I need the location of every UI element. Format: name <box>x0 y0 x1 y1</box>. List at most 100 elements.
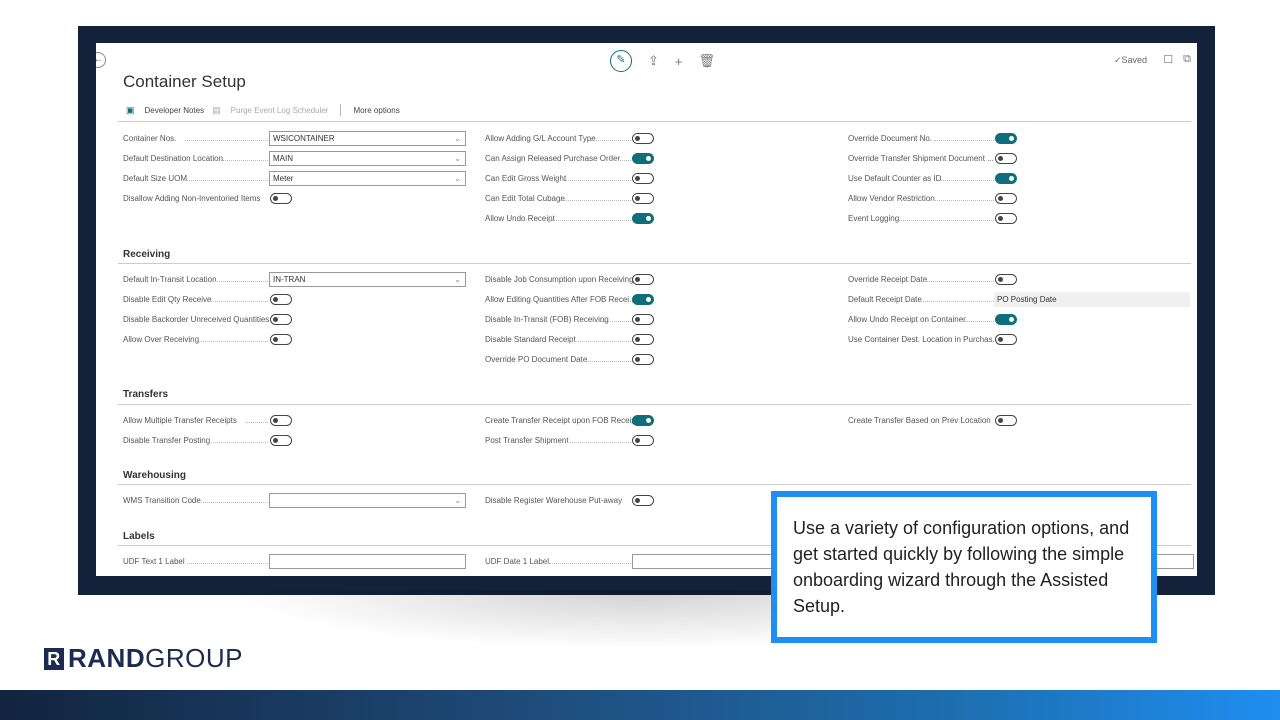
can-assign-toggle[interactable] <box>632 153 654 164</box>
container-nos-label: Container Nos. <box>123 132 268 146</box>
undo-on-container-label: Allow Undo Receipt on Container <box>848 313 994 327</box>
logo-group: GROUP <box>145 643 243 673</box>
developer-notes-action[interactable]: Developer Notes <box>145 106 205 115</box>
disable-putaway-toggle[interactable] <box>632 495 654 506</box>
based-on-prev-toggle[interactable] <box>995 415 1017 426</box>
divider <box>118 263 1191 264</box>
wms-code-label: WMS Transition Code <box>123 494 268 508</box>
use-dest-location-toggle[interactable] <box>995 334 1017 345</box>
chevron-down-icon: ⌄ <box>454 174 461 183</box>
logo-rand: RAND <box>68 643 146 673</box>
multiple-receipts-toggle[interactable] <box>270 415 292 426</box>
section-warehousing[interactable]: Warehousing <box>123 470 186 481</box>
event-logging-toggle[interactable] <box>995 213 1017 224</box>
undo-on-container-toggle[interactable] <box>995 314 1017 325</box>
callout-box: Use a variety of configuration options, … <box>771 491 1157 643</box>
can-assign-label: Can Assign Released Purchase Order <box>485 152 631 166</box>
disable-intransit-label: Disable In-Transit (FOB) Receiving <box>485 313 631 327</box>
over-receiving-label: Allow Over Receiving <box>123 333 268 347</box>
allow-gl-toggle[interactable] <box>632 133 654 144</box>
create-on-fob-label: Create Transfer Receipt upon FOB Receipt <box>485 416 638 425</box>
override-doc-toggle[interactable] <box>995 133 1017 144</box>
divider <box>118 484 1191 485</box>
disable-standard-toggle[interactable] <box>632 334 654 345</box>
allow-editing-fob-toggle[interactable] <box>632 294 654 305</box>
open-new-window-icon[interactable]: ⧉ <box>1183 53 1191 66</box>
action-separator <box>340 104 342 116</box>
default-receipt-date-field[interactable]: PO Posting Date <box>994 292 1190 307</box>
over-receiving-toggle[interactable] <box>270 334 292 345</box>
override-po-date-label: Override PO Document Date <box>485 353 631 367</box>
override-transfer-label: Override Transfer Shipment Document ... <box>848 154 994 163</box>
callout-text: Use a variety of configuration options, … <box>793 518 1130 616</box>
page-title: Container Setup <box>123 72 246 91</box>
vendor-restriction-toggle[interactable] <box>995 193 1017 204</box>
action-bar: ▣ Developer Notes ▤ Purge Event Log Sche… <box>126 104 400 116</box>
intransit-location-field[interactable]: IN-TRAN ⌄ <box>269 272 466 287</box>
create-on-fob-toggle[interactable] <box>632 415 654 426</box>
disallow-noninv-toggle[interactable] <box>270 193 292 204</box>
edit-cubage-toggle[interactable] <box>632 193 654 204</box>
disable-standard-label: Disable Standard Receipt <box>485 333 631 347</box>
disable-transfer-posting-toggle[interactable] <box>270 435 292 446</box>
vendor-restriction-label: Allow Vendor Restriction <box>848 192 994 206</box>
section-transfers[interactable]: Transfers <box>123 389 168 400</box>
override-doc-label: Override Document No. <box>848 132 994 146</box>
slide: ← ✎ ⇪ + 🗑 ✓Saved ☐ ⧉ Container Setup ▣ D… <box>0 0 1280 720</box>
section-receiving[interactable]: Receiving <box>123 249 170 260</box>
disable-transfer-posting-label: Disable Transfer Posting <box>123 434 268 448</box>
default-counter-label: Use Default Counter as ID <box>848 172 994 186</box>
override-po-date-toggle[interactable] <box>632 354 654 365</box>
wms-code-field[interactable]: ⌄ <box>269 493 466 508</box>
container-nos-field[interactable]: WSICONTAINER ⌄ <box>269 131 466 146</box>
chevron-down-icon: ⌄ <box>454 154 461 163</box>
disable-edit-qty-toggle[interactable] <box>270 294 292 305</box>
edit-gross-toggle[interactable] <box>632 173 654 184</box>
edit-cubage-label: Can Edit Total Cubage <box>485 192 631 206</box>
new-plus-icon[interactable]: + <box>675 54 683 69</box>
post-shipment-label: Post Transfer Shipment <box>485 434 631 448</box>
default-counter-toggle[interactable] <box>995 173 1017 184</box>
saved-status: ✓Saved <box>1113 55 1147 65</box>
chevron-down-icon: ⌄ <box>454 134 461 143</box>
event-logging-label: Event Logging <box>848 212 994 226</box>
post-shipment-toggle[interactable] <box>632 435 654 446</box>
edit-pencil-icon[interactable]: ✎ <box>610 50 632 72</box>
udf-text-1-field[interactable] <box>269 554 466 569</box>
delete-trash-icon[interactable]: 🗑 <box>699 53 716 69</box>
bookmark-icon[interactable]: ☐ <box>1163 53 1173 66</box>
window-controls: ☐ ⧉ <box>1163 53 1191 66</box>
share-icon[interactable]: ⇪ <box>648 53 659 69</box>
section-labels[interactable]: Labels <box>123 531 155 542</box>
purge-icon: ▤ <box>212 104 221 115</box>
disable-job-toggle[interactable] <box>632 274 654 285</box>
default-destination-label: Default Destination Location <box>123 152 268 166</box>
multiple-receipts-label: Allow Multiple Transfer Receipts <box>123 414 268 428</box>
back-arrow-icon[interactable]: ← <box>96 52 106 68</box>
undo-receipt-toggle[interactable] <box>632 213 654 224</box>
override-receipt-date-toggle[interactable] <box>995 274 1017 285</box>
purge-event-log-action[interactable]: Purge Event Log Scheduler <box>231 106 329 115</box>
udf-text-1-label: UDF Text 1 Label <box>123 555 268 569</box>
override-transfer-toggle[interactable] <box>995 153 1017 164</box>
use-dest-location-label: Use Container Dest. Location in Purchas.… <box>848 335 1000 344</box>
allow-gl-label: Allow Adding G/L Account Type <box>485 132 631 146</box>
chevron-down-icon: ⌄ <box>454 275 461 284</box>
chevron-down-icon: ⌄ <box>454 496 461 505</box>
disable-intransit-toggle[interactable] <box>632 314 654 325</box>
disable-job-label: Disable Job Consumption upon Receiving <box>485 275 634 284</box>
udf-date-1-label: UDF Date 1 Label <box>485 555 631 569</box>
divider <box>118 404 1191 405</box>
more-options-action[interactable]: More options <box>353 106 399 115</box>
edit-gross-label: Can Edit Gross Weight <box>485 172 631 186</box>
rand-logo-mark-icon: R <box>44 647 64 670</box>
disable-edit-qty-label: Disable Edit Qty Receive <box>123 293 268 307</box>
default-uom-label: Default Size UOM <box>123 172 268 186</box>
default-destination-field[interactable]: MAIN ⌄ <box>269 151 466 166</box>
default-uom-field[interactable]: Meter ⌄ <box>269 171 466 186</box>
intransit-location-label: Default In-Transit Location <box>123 273 268 287</box>
default-receipt-date-label: Default Receipt Date <box>848 293 994 307</box>
disable-backorder-toggle[interactable] <box>270 314 292 325</box>
developer-notes-icon: ▣ <box>126 104 135 115</box>
disable-backorder-label: Disable Backorder Unreceived Quantities <box>123 315 270 324</box>
